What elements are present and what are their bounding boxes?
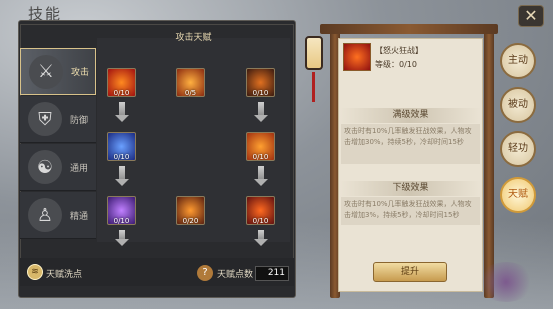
person-icon: ♙ bbox=[28, 198, 62, 232]
talent-node[interactable]: 0/20 bbox=[176, 196, 205, 225]
max-effect-title: 满级效果 bbox=[340, 108, 481, 123]
talent-node[interactable]: 0/5 bbox=[176, 68, 205, 97]
node-count: 0/10 bbox=[113, 89, 130, 97]
node-count: 0/5 bbox=[184, 89, 197, 97]
tab-talent[interactable]: 天赋 bbox=[500, 177, 536, 213]
node-count: 0/10 bbox=[252, 217, 269, 225]
category-mastery[interactable]: ♙ 精通 bbox=[20, 192, 96, 239]
tree-title: 攻击天赋 bbox=[175, 33, 212, 43]
arrow-down-icon bbox=[115, 102, 129, 122]
shield-icon: ⛨ bbox=[28, 102, 62, 136]
yinyang-icon: ☯ bbox=[28, 150, 62, 184]
sword-icon: ⚔ bbox=[29, 54, 63, 89]
category-general[interactable]: ☯ 通用 bbox=[20, 144, 96, 191]
frame-post-right bbox=[484, 30, 494, 298]
node-count: 0/10 bbox=[113, 217, 130, 225]
talent-points-value: 211 bbox=[255, 266, 289, 281]
skill-level: 等级：0/10 bbox=[375, 60, 417, 69]
wash-points-label[interactable]: 天赋洗点 bbox=[46, 267, 82, 280]
node-count: 0/10 bbox=[113, 153, 130, 161]
talent-node[interactable]: 0/10 bbox=[107, 132, 136, 161]
tassel bbox=[312, 72, 315, 102]
next-effect-title: 下级效果 bbox=[340, 181, 481, 196]
arrow-down-icon bbox=[254, 230, 268, 246]
talent-node[interactable]: 0/10 bbox=[246, 68, 275, 97]
decoration-flower bbox=[478, 262, 534, 302]
close-button[interactable]: ✕ bbox=[518, 5, 544, 27]
skill-detail-panel bbox=[338, 38, 483, 292]
talent-node[interactable]: 0/10 bbox=[107, 68, 136, 97]
node-count: 0/10 bbox=[252, 89, 269, 97]
lantern-icon bbox=[305, 36, 323, 70]
category-label: 精通 bbox=[70, 211, 89, 222]
category-label: 攻击 bbox=[71, 68, 90, 78]
max-effect-desc: 攻击时有10%几率触发狂战效果，人物攻击增加30%，持续5秒，冷却时间15秒 bbox=[341, 124, 480, 164]
tab-lightness[interactable]: 轻功 bbox=[500, 131, 536, 167]
node-count: 0/10 bbox=[252, 153, 269, 161]
arrow-down-icon bbox=[115, 230, 129, 246]
upgrade-button[interactable]: 提升 bbox=[373, 262, 447, 282]
category-label: 通用 bbox=[70, 163, 89, 174]
tab-active[interactable]: 主动 bbox=[500, 43, 536, 79]
talent-node[interactable]: 0/10 bbox=[107, 196, 136, 225]
arrow-down-icon bbox=[254, 102, 268, 122]
arrow-down-icon bbox=[115, 166, 129, 186]
category-label: 防御 bbox=[70, 115, 89, 126]
node-count: 0/20 bbox=[182, 217, 199, 225]
fire-skill-icon bbox=[343, 43, 371, 71]
talent-node[interactable]: 0/10 bbox=[246, 196, 275, 225]
wash-points-button[interactable]: ≋ bbox=[27, 264, 43, 280]
talent-points-label: 天赋点数 bbox=[217, 270, 254, 280]
talent-node[interactable]: 0/10 bbox=[246, 132, 275, 161]
frame-beam bbox=[320, 24, 498, 34]
tab-passive[interactable]: 被动 bbox=[500, 87, 536, 123]
next-effect-desc: 攻击时有10%几率触发狂战效果，人物攻击增加3%，持续5秒，冷却时间15秒 bbox=[341, 197, 480, 225]
category-attack[interactable]: ⚔ 攻击 bbox=[20, 48, 96, 95]
help-icon[interactable]: ? bbox=[197, 265, 213, 281]
arrow-down-icon bbox=[254, 166, 268, 186]
skill-name: 【怒火狂战】 bbox=[375, 46, 423, 55]
category-defense[interactable]: ⛨ 防御 bbox=[20, 96, 96, 143]
